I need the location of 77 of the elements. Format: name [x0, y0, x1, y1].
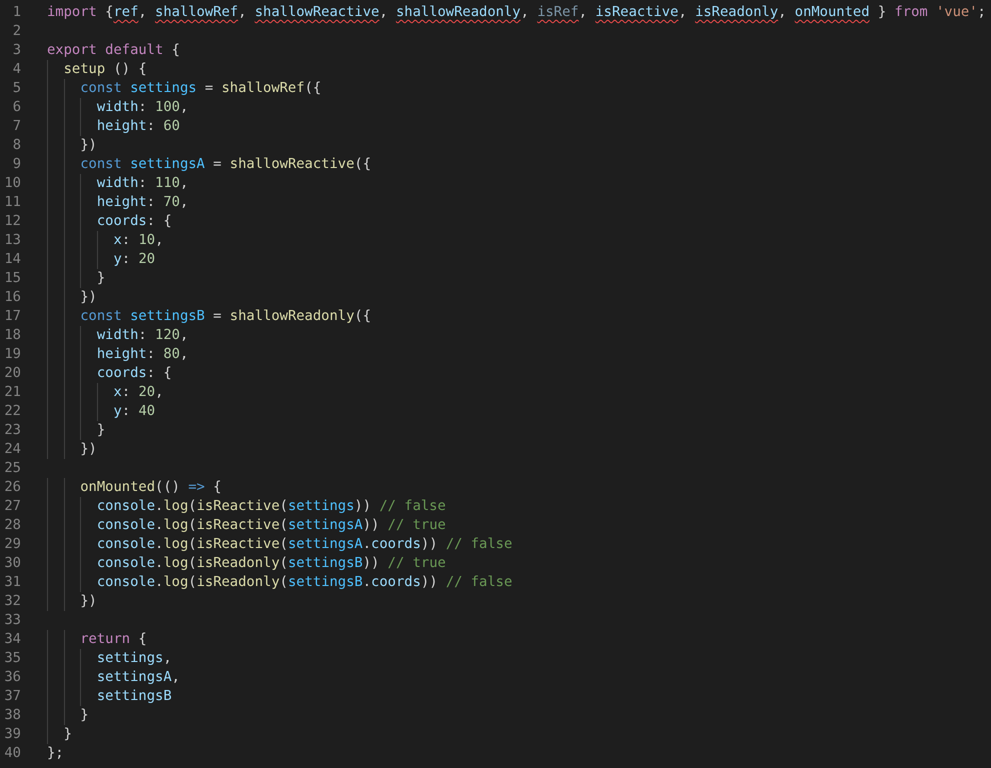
code-line: width: 120, — [47, 326, 188, 345]
line-number: 27 — [3, 497, 22, 516]
line-number: 36 — [3, 668, 22, 687]
line-number: 26 — [3, 478, 22, 497]
line-number: 1 — [12, 3, 22, 22]
code-line: console.log(isReactive(settings)) // false — [47, 497, 446, 516]
line-number: 8 — [12, 136, 22, 155]
code-line: coords: { — [47, 212, 172, 231]
line-number: 35 — [3, 649, 22, 668]
line-number: 34 — [3, 630, 22, 649]
line-number: 18 — [3, 326, 22, 345]
line-number: 31 — [3, 573, 22, 592]
line-number: 16 — [3, 288, 22, 307]
code-line: height: 60 — [47, 117, 180, 136]
line-number: 19 — [3, 345, 22, 364]
code-line: } — [47, 269, 106, 288]
line-number: 21 — [3, 383, 22, 402]
line-number: 5 — [12, 79, 22, 98]
code-line: }; — [47, 744, 64, 763]
line-number: 39 — [3, 725, 22, 744]
code-line: } — [47, 706, 89, 725]
code-line: }) — [47, 136, 97, 155]
code-line: return { — [47, 630, 147, 649]
code-line: setup () { — [47, 60, 147, 79]
line-number: 12 — [3, 212, 22, 231]
code-line: width: 100, — [47, 98, 188, 117]
line-number: 30 — [3, 554, 22, 573]
code-line: width: 110, — [47, 174, 188, 193]
line-number: 17 — [3, 307, 22, 326]
line-number: 11 — [3, 193, 22, 212]
code-line: y: 20 — [47, 250, 156, 269]
line-number: 24 — [3, 440, 22, 459]
code-line: coords: { — [47, 364, 172, 383]
line-number: 25 — [3, 459, 22, 478]
code-line: }) — [47, 440, 97, 459]
code-line: const settingsA = shallowReactive({ — [47, 155, 372, 174]
line-number: 3 — [12, 41, 22, 60]
code-line: settingsA, — [47, 668, 180, 687]
code-line: export default { — [47, 41, 180, 60]
code-line: } — [47, 421, 106, 440]
line-number: 4 — [12, 60, 22, 79]
line-number: 9 — [12, 155, 22, 174]
code-line: }) — [47, 592, 97, 611]
line-number: 6 — [12, 98, 22, 117]
code-line: console.log(isReactive(settingsA.coords)) // false — [47, 535, 512, 554]
line-number: 15 — [3, 269, 22, 288]
line-number: 20 — [3, 364, 22, 383]
line-number: 28 — [3, 516, 22, 535]
line-number: 14 — [3, 250, 22, 269]
code-line: const settingsB = shallowReadonly({ — [47, 307, 372, 326]
line-number: 13 — [3, 231, 22, 250]
line-number: 40 — [3, 744, 22, 763]
code-line: } — [47, 725, 72, 744]
line-number: 33 — [3, 611, 22, 630]
code-line: x: 10, — [47, 231, 164, 250]
code-line: console.log(isReadonly(settingsB.coords)) // false — [47, 573, 512, 592]
line-number: 2 — [12, 22, 22, 41]
line-number: 38 — [3, 706, 22, 725]
line-number: 32 — [3, 592, 22, 611]
code-line: y: 40 — [47, 402, 156, 421]
code-line: import {ref, shallowRef, shallowReactive, shallowReadonly, isRef, isReactive, isReadonly, onMounted } from 'vue'; — [47, 3, 986, 22]
code-line: settings, — [47, 649, 172, 668]
code-line: const settings = shallowRef({ — [47, 79, 322, 98]
line-number: 22 — [3, 402, 22, 421]
code-line: console.log(isReactive(settingsA)) // true — [47, 516, 446, 535]
code-line: height: 80, — [47, 345, 188, 364]
code-line: x: 20, — [47, 383, 164, 402]
code-line: }) — [47, 288, 97, 307]
line-number: 29 — [3, 535, 22, 554]
line-number: 23 — [3, 421, 22, 440]
code-line: settingsB — [47, 687, 172, 706]
line-number: 37 — [3, 687, 22, 706]
code-line: height: 70, — [47, 193, 188, 212]
line-number: 10 — [3, 174, 22, 193]
code-line: console.log(isReadonly(settingsB)) // true — [47, 554, 446, 573]
code-line: onMounted(() => { — [47, 478, 222, 497]
line-number: 7 — [12, 117, 22, 136]
